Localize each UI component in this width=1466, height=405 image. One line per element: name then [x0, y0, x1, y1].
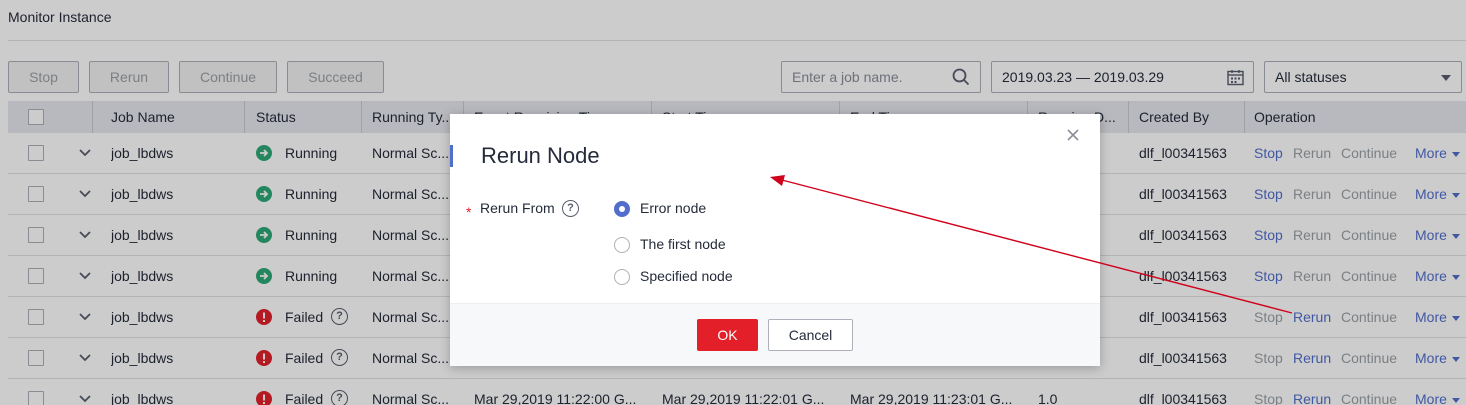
- radio-error-node[interactable]: [614, 201, 630, 217]
- dialog-title: Rerun Node: [481, 143, 600, 168]
- close-icon[interactable]: [1066, 128, 1080, 142]
- ok-button[interactable]: OK: [697, 319, 758, 351]
- radio-first-node[interactable]: [614, 237, 630, 253]
- radio-label-error-node[interactable]: Error node: [640, 200, 706, 216]
- dialog-footer: OK Cancel: [450, 303, 1100, 366]
- cancel-button[interactable]: Cancel: [768, 319, 853, 351]
- radio-label-specified-node[interactable]: Specified node: [640, 268, 733, 284]
- required-marker: *: [466, 204, 472, 220]
- dialog-title-accent: [450, 145, 453, 167]
- rerun-node-dialog: Rerun Node * Rerun From ? Error node The…: [450, 114, 1100, 366]
- radio-specified-node[interactable]: [614, 269, 630, 285]
- help-icon[interactable]: ?: [562, 200, 579, 217]
- radio-label-first-node[interactable]: The first node: [640, 236, 726, 252]
- rerun-from-label: Rerun From: [480, 200, 555, 216]
